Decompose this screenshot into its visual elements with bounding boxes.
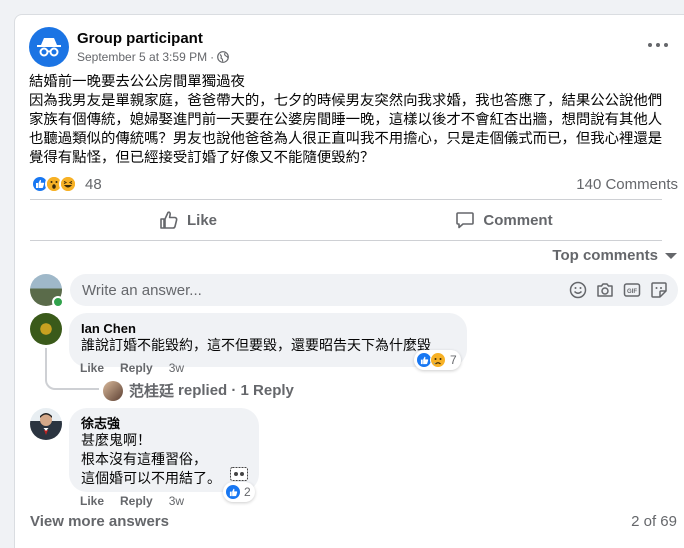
divider bbox=[30, 199, 662, 200]
divider bbox=[30, 240, 662, 241]
like-button[interactable]: Like bbox=[30, 202, 346, 238]
replier-avatar bbox=[103, 380, 123, 401]
dot-icon bbox=[664, 43, 668, 47]
more-options-button[interactable] bbox=[648, 41, 668, 49]
comment-actions: Like Reply 3w bbox=[80, 494, 184, 508]
post-body: 結婚前一晚要去公公房間單獨過夜 因為我男友是單親家庭，爸爸帶大的，七夕的時候男友… bbox=[29, 74, 663, 166]
comment-reactions[interactable]: 7 bbox=[414, 350, 461, 370]
incognito-icon bbox=[37, 38, 61, 57]
post-actions: Like Comment bbox=[30, 202, 662, 238]
reactions-summary: 48 140 Comments bbox=[31, 173, 678, 195]
commenter-avatar[interactable] bbox=[30, 408, 62, 440]
reaction-icons[interactable] bbox=[31, 175, 77, 193]
comment-reaction-count: 7 bbox=[450, 353, 457, 367]
comment-reactions[interactable]: 2 bbox=[223, 482, 255, 502]
sort-label: Top comments bbox=[552, 247, 658, 264]
globe-icon bbox=[217, 51, 229, 63]
like-label: Like bbox=[186, 211, 217, 229]
reaction-count[interactable]: 48 bbox=[85, 176, 102, 193]
replier-name: 范桂廷 bbox=[129, 383, 175, 400]
svg-text:GIF: GIF bbox=[627, 289, 637, 295]
anonymous-avatar[interactable] bbox=[29, 27, 69, 67]
comment-reply-button[interactable]: Reply bbox=[120, 361, 153, 375]
thumbs-up-icon bbox=[160, 211, 178, 229]
commenter-name[interactable]: 徐志強 bbox=[81, 416, 247, 432]
like-reaction-icon bbox=[225, 484, 241, 500]
comment-text: 誰說訂婚不能毀約，這不但要毀，還要昭告天下為什麼毀 bbox=[81, 338, 431, 354]
comment-sort-dropdown[interactable]: Top comments bbox=[552, 247, 677, 264]
comment-time[interactable]: 3w bbox=[169, 361, 184, 375]
current-user-avatar[interactable] bbox=[30, 274, 64, 308]
gif-icon[interactable]: GIF bbox=[623, 281, 641, 299]
caret-down-icon bbox=[665, 252, 677, 259]
sad-reaction-icon bbox=[430, 352, 446, 368]
comments-count[interactable]: 140 Comments bbox=[576, 176, 678, 193]
answer-input-box[interactable]: GIF bbox=[70, 274, 678, 306]
post-timestamp[interactable]: September 5 at 3:59 PM bbox=[77, 49, 207, 65]
replies-count: replied · 1 Reply bbox=[178, 382, 294, 399]
emoji-icon[interactable] bbox=[569, 281, 587, 299]
post-header: Group participant September 5 at 3:59 PM… bbox=[29, 26, 229, 68]
view-more-answers-link[interactable]: View more answers bbox=[30, 513, 169, 530]
reply-thread-line bbox=[45, 348, 99, 390]
write-answer-row: GIF bbox=[30, 272, 678, 308]
comment-bubble: Ian Chen 誰說訂婚不能毀約，這不但要毀，還要昭告天下為什麼毀 bbox=[69, 313, 467, 367]
post-author[interactable]: Group participant bbox=[77, 29, 229, 48]
commenter-avatar[interactable] bbox=[30, 313, 62, 345]
dot-icon bbox=[648, 43, 652, 47]
comment-time[interactable]: 3w bbox=[169, 494, 184, 508]
commenter-name[interactable]: Ian Chen bbox=[81, 321, 455, 337]
comment-like-button[interactable]: Like bbox=[80, 494, 104, 508]
sticker-icon[interactable] bbox=[650, 281, 668, 299]
view-replies-link[interactable]: 范桂廷 replied · 1 Reply bbox=[103, 380, 294, 401]
comment-reply-button[interactable]: Reply bbox=[120, 494, 153, 508]
camera-icon[interactable] bbox=[596, 281, 614, 299]
haha-reaction-icon bbox=[59, 175, 77, 193]
dot-icon bbox=[656, 43, 660, 47]
comment-button[interactable]: Comment bbox=[346, 202, 662, 238]
comment-icon bbox=[456, 212, 475, 229]
comment-text: 甚麼鬼啊！ 根本沒有這種習俗， 這個婚可以不用結了。 bbox=[81, 433, 221, 487]
comment-reaction-count: 2 bbox=[244, 485, 251, 499]
meta-separator: · bbox=[210, 50, 215, 64]
comment-label: Comment bbox=[483, 211, 553, 229]
comments-pager: 2 of 69 bbox=[631, 513, 677, 530]
online-status-indicator bbox=[52, 296, 64, 308]
answer-input[interactable] bbox=[82, 281, 502, 299]
